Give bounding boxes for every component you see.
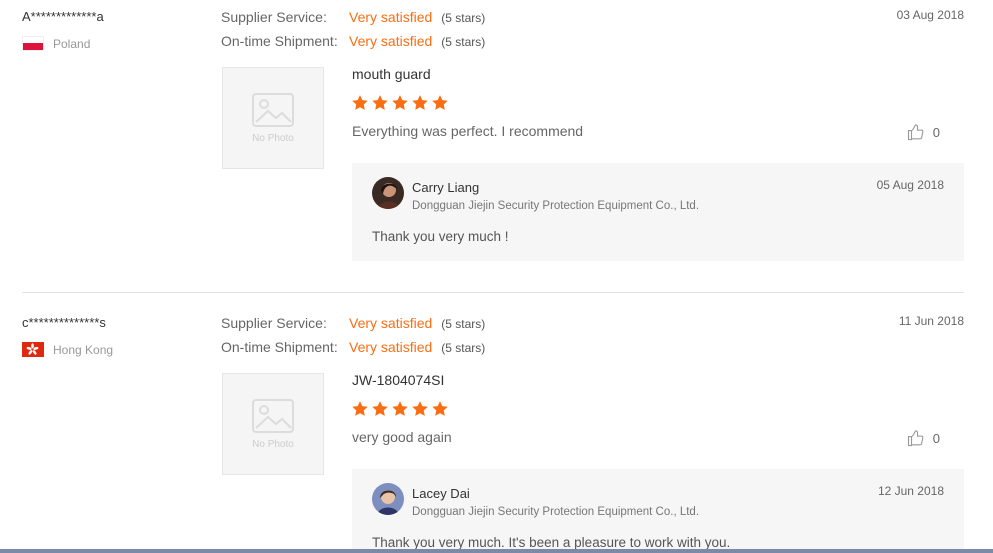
star-icon bbox=[412, 95, 428, 110]
no-photo-label: No Photo bbox=[252, 439, 294, 450]
reply-date: 12 Jun 2018 bbox=[877, 484, 944, 498]
buyer-name: A*************a bbox=[22, 9, 104, 24]
review-comment: very good again bbox=[352, 429, 452, 445]
rating-stars-count: (5 stars) bbox=[441, 11, 486, 25]
like-button[interactable]: 0 bbox=[907, 429, 940, 447]
rating-value: Very satisfied bbox=[349, 339, 433, 355]
rating-stars-count: (5 stars) bbox=[441, 341, 486, 355]
supplier-service-rating: Supplier Service: Very satisfied (5 star… bbox=[221, 9, 485, 25]
review-date: 11 Jun 2018 bbox=[898, 314, 964, 328]
window-bottom-edge bbox=[0, 549, 993, 553]
buyer-country: Poland bbox=[22, 36, 90, 51]
supplier-service-rating: Supplier Service: Very satisfied (5 star… bbox=[221, 315, 485, 331]
rating-label: On-time Shipment: bbox=[221, 339, 338, 355]
no-photo-icon bbox=[252, 93, 294, 127]
rating-label: Supplier Service: bbox=[221, 315, 327, 331]
no-photo-label: No Photo bbox=[252, 133, 294, 144]
reply-text: Thank you very much. It's been a pleasur… bbox=[372, 535, 731, 550]
rating-stars-count: (5 stars) bbox=[441, 317, 486, 331]
shipment-rating: On-time Shipment: Very satisfied (5 star… bbox=[221, 339, 485, 355]
review-comment: Everything was perfect. I recommend bbox=[352, 123, 584, 139]
rating-value: Very satisfied bbox=[349, 33, 433, 49]
star-rating bbox=[351, 94, 449, 112]
country-name: Poland bbox=[53, 36, 91, 51]
replier-name: Carry Liang bbox=[412, 180, 480, 195]
buyer-country: Hong Kong bbox=[22, 342, 113, 357]
rating-value: Very satisfied bbox=[349, 315, 433, 331]
hong-kong-flag-icon bbox=[22, 342, 44, 357]
like-count: 0 bbox=[932, 124, 940, 140]
thumbs-up-icon bbox=[907, 430, 924, 447]
review-divider bbox=[22, 292, 964, 293]
star-icon bbox=[432, 95, 448, 110]
like-button[interactable]: 0 bbox=[907, 123, 940, 141]
review-date: 03 Aug 2018 bbox=[896, 8, 964, 22]
star-rating bbox=[351, 400, 449, 418]
star-icon bbox=[372, 95, 388, 110]
seller-reply: Carry Liang Dongguan Jiejin Security Pro… bbox=[352, 163, 964, 261]
reply-text: Thank you very much ! bbox=[372, 229, 509, 244]
star-icon bbox=[372, 401, 388, 416]
star-icon bbox=[352, 401, 368, 416]
star-icon bbox=[412, 401, 428, 416]
star-icon bbox=[352, 95, 368, 110]
review-photo[interactable]: No Photo bbox=[222, 67, 324, 169]
avatar bbox=[372, 177, 404, 209]
no-photo-icon bbox=[252, 399, 294, 433]
star-icon bbox=[392, 95, 408, 110]
seller-reply: Lacey Dai Dongguan Jiejin Security Prote… bbox=[352, 469, 964, 553]
review-photo[interactable]: No Photo bbox=[222, 373, 324, 475]
star-icon bbox=[392, 401, 408, 416]
replier-company: Dongguan Jiejin Security Protection Equi… bbox=[412, 200, 700, 212]
rating-stars-count: (5 stars) bbox=[441, 35, 486, 49]
reply-date: 05 Aug 2018 bbox=[876, 178, 944, 192]
rating-value: Very satisfied bbox=[349, 9, 433, 25]
avatar bbox=[372, 483, 404, 515]
star-icon bbox=[432, 401, 448, 416]
replier-name: Lacey Dai bbox=[412, 486, 470, 501]
replier-company: Dongguan Jiejin Security Protection Equi… bbox=[412, 506, 700, 518]
product-name: JW-1804074SI bbox=[352, 372, 445, 388]
rating-label: On-time Shipment: bbox=[221, 33, 338, 49]
rating-label: Supplier Service: bbox=[221, 9, 327, 25]
shipment-rating: On-time Shipment: Very satisfied (5 star… bbox=[221, 33, 485, 49]
country-name: Hong Kong bbox=[53, 342, 114, 357]
thumbs-up-icon bbox=[907, 124, 924, 141]
like-count: 0 bbox=[932, 430, 940, 446]
buyer-name: c**************s bbox=[22, 315, 106, 330]
poland-flag-icon bbox=[22, 36, 44, 51]
product-name: mouth guard bbox=[352, 66, 431, 82]
